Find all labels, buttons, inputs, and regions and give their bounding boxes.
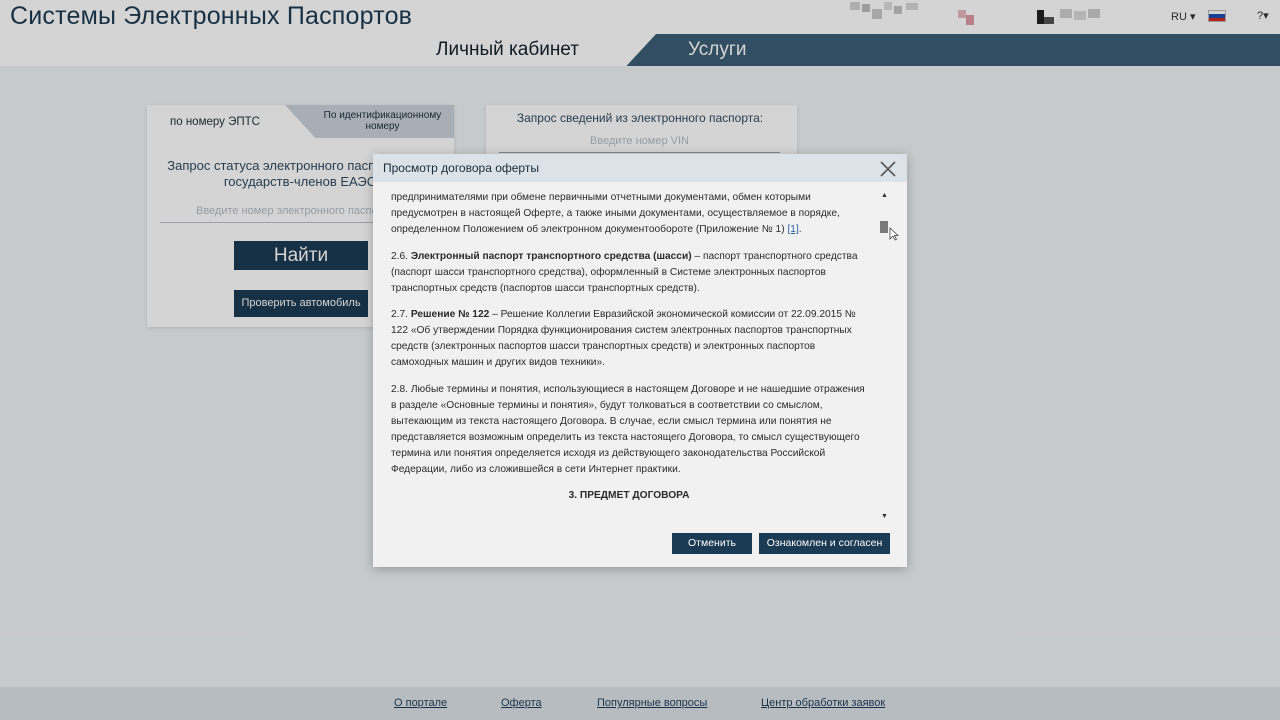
term-decision-122: Решение № 122 [410, 309, 490, 320]
mouse-cursor-icon [889, 227, 900, 241]
close-icon[interactable] [878, 159, 898, 179]
agree-button[interactable]: Ознакомлен и согласен [759, 533, 890, 554]
contract-text: предпринимателями при обмене первичными … [391, 190, 867, 523]
term-epts: Электронный паспорт транспортного средст… [410, 250, 692, 262]
cancel-button[interactable]: Отменить [672, 533, 752, 554]
section-heading: 3. ПРЕДМЕТ ДОГОВОРА [568, 490, 690, 501]
contract-paragraph: 2.8. Любые термины и понятия, использующ… [391, 383, 865, 475]
contract-paragraph: 2.7. Решение № 122 – Решение Коллегии Ев… [391, 309, 856, 368]
contract-paragraph: 2.6. Электронный паспорт транспортного с… [391, 250, 858, 294]
scrollbar-thumb[interactable] [880, 221, 888, 233]
footnote-link[interactable]: [1] [787, 224, 798, 235]
scroll-up-arrow-icon[interactable]: ▲ [881, 192, 888, 200]
modal-header: Просмотр договора оферты [373, 154, 907, 182]
offer-contract-modal: Просмотр договора оферты предпринимателя… [373, 154, 907, 567]
contract-paragraph: предпринимателями при обмене первичными … [391, 192, 840, 235]
modal-title: Просмотр договора оферты [383, 161, 539, 175]
scroll-down-arrow-icon[interactable]: ▼ [881, 513, 888, 521]
